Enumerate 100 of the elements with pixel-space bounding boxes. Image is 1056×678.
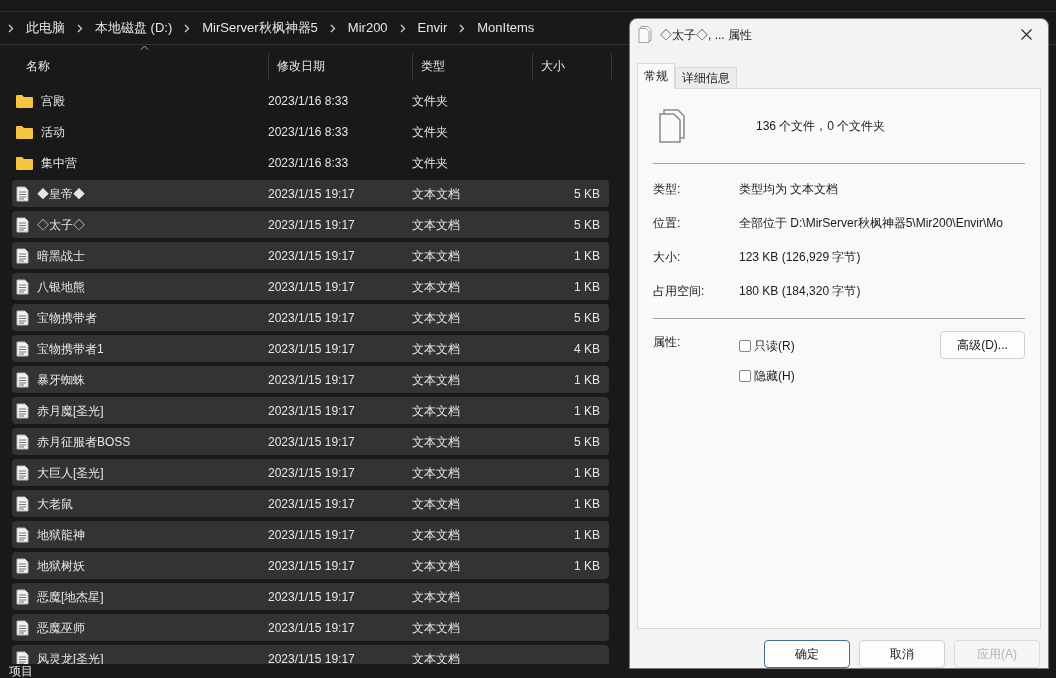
size-cell-text: 1 KB <box>573 402 600 420</box>
dialog-button[interactable]: 取消 <box>859 640 945 668</box>
date-cell-text: 2023/1/15 19:17 <box>268 526 356 544</box>
file-row[interactable]: 集中营 2023/1/16 8:33 文件夹 <box>12 149 609 176</box>
date-cell-text: 2023/1/15 19:17 <box>268 619 356 637</box>
file-name: 大老鼠 <box>37 495 73 513</box>
size-cell-text: 1 KB <box>573 247 600 265</box>
date-cell-text: 2023/1/15 19:17 <box>268 402 356 420</box>
chevron-icon <box>399 23 406 33</box>
file-name: 集中营 <box>41 154 77 172</box>
type-cell-text: 文本文档 <box>412 371 461 389</box>
size-cell-text: 5 KB <box>573 433 600 451</box>
file-row[interactable]: 地狱树妖 2023/1/15 19:17 文本文档 1 KB <box>12 552 609 579</box>
checkbox-label: 隐藏(H) <box>754 367 795 385</box>
file-row[interactable]: 暗黑战士 2023/1/15 19:17 文本文档 1 KB <box>12 242 609 269</box>
type-cell-text: 文本文档 <box>412 464 461 482</box>
file-row[interactable]: 八银地熊 2023/1/15 19:17 文本文档 1 KB <box>12 273 609 300</box>
breadcrumb-item[interactable]: Mir200 <box>343 18 392 38</box>
column-header[interactable]: 名称 <box>0 53 268 79</box>
document-icon <box>16 464 29 481</box>
dialog-button[interactable]: 确定 <box>764 640 850 668</box>
documents-icon <box>658 108 686 143</box>
file-row[interactable]: ◇太子◇ 2023/1/15 19:17 文本文档 5 KB <box>12 211 609 238</box>
checkbox[interactable] <box>739 369 751 382</box>
type-cell-text: 文本文档 <box>412 278 461 296</box>
file-row[interactable]: 赤月魔[圣光] 2023/1/15 19:17 文本文档 1 KB <box>12 397 609 424</box>
file-row[interactable]: 宝物携带者 2023/1/15 19:17 文本文档 5 KB <box>12 304 609 331</box>
close-icon[interactable] <box>1021 29 1032 41</box>
date-cell-text: 2023/1/15 19:17 <box>268 464 356 482</box>
document-icon <box>16 247 29 264</box>
file-name: ◆皇帝◆ <box>37 185 85 203</box>
file-row[interactable]: ◆皇帝◆ 2023/1/15 19:17 文本文档 5 KB <box>12 180 609 207</box>
file-name: 地狱树妖 <box>37 557 85 575</box>
file-name: 宫殿 <box>41 92 65 110</box>
document-icon <box>16 278 29 295</box>
checkbox[interactable] <box>739 339 751 352</box>
file-row[interactable]: 恶魔巫师 2023/1/15 19:17 文本文档 <box>12 614 609 641</box>
type-cell-text: 文件夹 <box>412 123 449 141</box>
field-label: 位置: <box>653 214 682 232</box>
file-row[interactable]: 宝物携带者1 2023/1/15 19:17 文本文档 4 KB <box>12 335 609 362</box>
document-icon <box>16 526 29 543</box>
size-cell-text: 1 KB <box>573 278 600 296</box>
tab[interactable]: 详细信息 <box>675 66 737 89</box>
breadcrumb-item[interactable]: MonItems <box>473 18 539 38</box>
chevron-icon <box>329 23 336 33</box>
column-header[interactable]: 大小 <box>532 53 612 79</box>
breadcrumb-item[interactable]: MirServer秋枫神器5 <box>198 18 322 38</box>
type-cell-text: 文件夹 <box>412 154 449 172</box>
file-name: 地狱龍神 <box>37 526 85 544</box>
advanced-button[interactable]: 高级(D)... <box>940 330 1025 359</box>
folder-icon <box>16 155 33 170</box>
type-cell-text: 文本文档 <box>412 309 461 327</box>
type-cell-text: 文件夹 <box>412 92 449 110</box>
file-name: 恶魔巫师 <box>37 619 85 637</box>
file-row[interactable]: 赤月征服者BOSS 2023/1/15 19:17 文本文档 5 KB <box>12 428 609 455</box>
type-cell-text: 文本文档 <box>412 588 461 606</box>
date-cell-text: 2023/1/15 19:17 <box>268 216 356 234</box>
chevron-icon <box>459 23 466 33</box>
checkbox-label: 只读(R) <box>754 337 795 355</box>
file-row[interactable]: 宫殿 2023/1/16 8:33 文件夹 <box>12 87 609 114</box>
date-cell-text: 2023/1/16 8:33 <box>268 123 350 141</box>
file-name: ◇太子◇ <box>37 216 85 234</box>
document-icon <box>16 650 29 664</box>
document-icon <box>16 619 29 636</box>
file-name: 活动 <box>41 123 65 141</box>
file-row[interactable]: 大老鼠 2023/1/15 19:17 文本文档 1 KB <box>12 490 609 517</box>
size-cell-text: 5 KB <box>573 216 600 234</box>
date-cell-text: 2023/1/15 19:17 <box>268 433 356 451</box>
date-cell-text: 2023/1/15 19:17 <box>268 185 356 203</box>
size-cell-text: 4 KB <box>573 340 600 358</box>
file-name: 暗黑战士 <box>37 247 85 265</box>
document-icon <box>16 371 29 388</box>
column-header[interactable]: 修改日期 <box>268 53 412 79</box>
file-row[interactable]: 地狱龍神 2023/1/15 19:17 文本文档 1 KB <box>12 521 609 548</box>
breadcrumb-item[interactable]: 本地磁盘 (D:) <box>91 18 177 38</box>
field-value: 类型均为 文本文档 <box>739 180 839 198</box>
document-icon <box>16 402 29 419</box>
tab[interactable]: 常规 <box>637 62 675 89</box>
document-icon <box>16 557 29 574</box>
type-cell-text: 文本文档 <box>412 247 461 265</box>
column-header[interactable]: 类型 <box>412 53 532 79</box>
field-label: 占用空间: <box>653 282 706 300</box>
type-cell-text: 文本文档 <box>412 619 461 637</box>
date-cell-text: 2023/1/15 19:17 <box>268 278 356 296</box>
date-cell-text: 2023/1/15 19:17 <box>268 650 356 664</box>
folder-icon <box>16 93 33 108</box>
file-name: 暴牙蜘蛛 <box>37 371 85 389</box>
document-icon <box>16 340 29 357</box>
window-title: ◇太子◇, ... 属性 <box>660 26 752 44</box>
breadcrumb-item[interactable]: Envir <box>413 18 452 38</box>
type-cell-text: 文本文档 <box>412 185 461 203</box>
field-value: 全部位于 D:\MirServer秋枫神器5\Mir200\Envir\Mo <box>739 214 1004 232</box>
date-cell-text: 2023/1/15 19:17 <box>268 340 356 358</box>
type-cell-text: 文本文档 <box>412 526 461 544</box>
file-row[interactable]: 大巨人[圣光] 2023/1/15 19:17 文本文档 1 KB <box>12 459 609 486</box>
file-row[interactable]: 恶魔[地杰星] 2023/1/15 19:17 文本文档 <box>12 583 609 610</box>
breadcrumb-item[interactable]: 此电脑 <box>22 18 69 38</box>
file-row[interactable]: 暴牙蜘蛛 2023/1/15 19:17 文本文档 1 KB <box>12 366 609 393</box>
file-row[interactable]: 活动 2023/1/16 8:33 文件夹 <box>12 118 609 145</box>
document-icon <box>16 495 29 512</box>
